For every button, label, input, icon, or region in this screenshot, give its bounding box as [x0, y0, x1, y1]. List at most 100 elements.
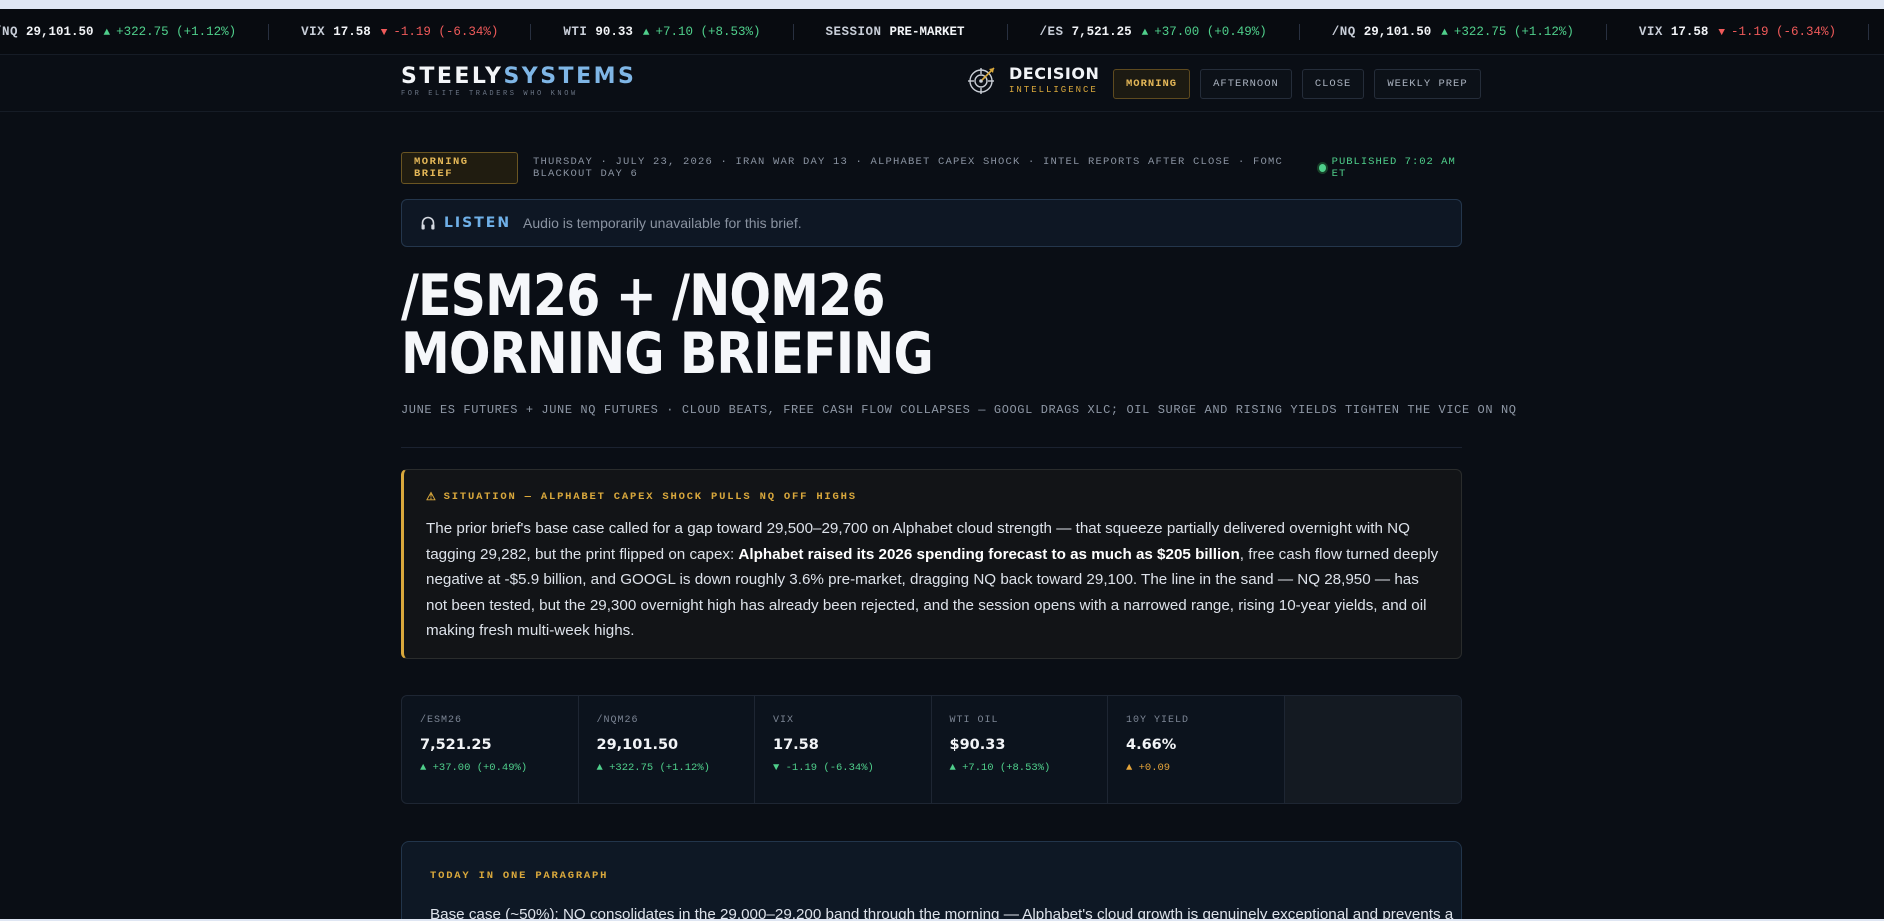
today-summary-card: TODAY IN ONE PARAGRAPH Base case (~50%):…	[401, 841, 1462, 921]
brief-dateline: THURSDAY · JULY 23, 2026 · IRAN WAR DAY …	[532, 156, 1284, 180]
decision-intelligence-text: DECISION INTELLIGENCE	[1009, 65, 1099, 96]
metric-empty-slot	[1284, 696, 1461, 803]
warning-icon: ⚠	[426, 492, 438, 504]
situation-heading-row: ⚠ SITUATION — ALPHABET CAPEX SHOCK PULLS…	[426, 490, 1439, 504]
ticker-symbol: /ES	[1039, 25, 1064, 39]
arrow-down-icon: ▼	[1718, 27, 1726, 39]
metric-10y-yield: 10Y YIELD 4.66% ▲ +0.09	[1108, 696, 1285, 803]
tab-weekly-prep[interactable]: WEEKLY PREP	[1374, 69, 1481, 99]
tab-close[interactable]: CLOSE	[1301, 69, 1365, 99]
arrow-up-icon: ▲	[103, 27, 111, 39]
ticker-value: 17.58	[333, 25, 371, 39]
today-heading: TODAY IN ONE PARAGRAPH	[430, 870, 609, 882]
metric-esm26: /ESM26 7,521.25 ▲ +37.00 (+0.49%)	[402, 696, 579, 803]
ticker-change: ▲ +322.75 (+1.12%)	[1441, 25, 1574, 39]
audio-unavailable-message: Audio is temporarily unavailable for thi…	[523, 215, 802, 231]
metric-value: $90.33	[949, 737, 1006, 753]
ticker-value: 29,101.50	[26, 25, 94, 39]
published-time: PUBLISHED 7:02 AM ET	[1331, 156, 1456, 180]
ticker-symbol: /NQ	[1331, 25, 1356, 39]
ticker-item: WTI 90.33 ▲ +7.10 (+8.53%)	[563, 25, 792, 39]
situation-body: The prior brief's base case called for a…	[426, 516, 1439, 644]
ticker-separator	[1298, 24, 1300, 40]
site-header: STEELYSYSTEMS FOR ELITE TRADERS WHO KNOW…	[0, 56, 1884, 112]
site-logo[interactable]: STEELYSYSTEMS FOR ELITE TRADERS WHO KNOW	[401, 66, 636, 99]
metric-label: /ESM26	[420, 715, 463, 726]
morning-brief-badge: MORNING BRIEF	[401, 152, 518, 184]
listen-label: LISTEN	[444, 215, 512, 231]
metric-label: VIX	[773, 715, 795, 726]
logo-wordmark: STEELYSYSTEMS	[401, 66, 636, 88]
metric-value: 4.66%	[1126, 737, 1177, 753]
metric-value: 29,101.50	[596, 737, 679, 753]
ticker-value: PRE-MARKET	[889, 25, 965, 39]
arrow-up-icon: ▲	[1441, 27, 1448, 39]
intelligence-subtitle: INTELLIGENCE	[1009, 85, 1098, 95]
live-dot-icon	[1318, 164, 1326, 172]
arrow-up-icon: ▲	[642, 27, 650, 39]
ticker-item: /ES 7,521.25 ▲ +37.00 (+0.49%)	[1040, 25, 1299, 39]
ticker-change-text: +37.00 (+0.49%)	[1154, 25, 1267, 39]
decision-intelligence-brand: DECISION INTELLIGENCE	[967, 65, 1099, 95]
logo-word-systems: SYSTEMS	[503, 64, 637, 89]
situation-body-highlight: Alphabet raised its 2026 spending foreca…	[738, 545, 1240, 563]
metric-change: ▲ +37.00 (+0.49%)	[420, 762, 528, 774]
metric-wti-oil: WTI OIL $90.33 ▲ +7.10 (+8.53%)	[932, 696, 1108, 803]
ticker-symbol: SESSION	[825, 25, 882, 39]
section-divider	[401, 447, 1462, 448]
ticker-item: /NQ 29,101.50 ▲ +322.75 (+1.12%)	[0, 25, 268, 39]
logo-word-steely: STEELY	[401, 64, 504, 89]
ticker-change-text: +322.75 (+1.12%)	[1453, 25, 1574, 39]
crosshair-target-icon	[968, 67, 995, 94]
metric-label: /NQM26	[596, 715, 639, 726]
metric-change: ▲ +7.10 (+8.53%)	[949, 762, 1051, 774]
ticker-track: /NQ 29,101.50 ▲ +322.75 (+1.12%) VIX 17.58 ▼ -1…	[0, 9, 1884, 54]
page-subtitle: JUNE ES FUTURES + JUNE NQ FUTURES · CLOU…	[401, 403, 1517, 417]
listen-audio-bar[interactable]: LISTEN Audio is temporarily unavailable …	[401, 199, 1462, 247]
edition-tabs: MORNING AFTERNOON CLOSE WEEKLY PREP	[1113, 69, 1491, 99]
brief-meta-row: MORNING BRIEF THURSDAY · JULY 23, 2026 ·…	[401, 152, 1462, 184]
metric-value: 17.58	[773, 737, 819, 753]
metric-label: WTI OIL	[949, 715, 999, 726]
ticker-value: 17.58	[1670, 25, 1709, 39]
metric-change: ▲ +0.09	[1126, 762, 1171, 774]
headphones-icon	[421, 216, 435, 230]
arrow-down-icon: ▼	[380, 27, 388, 39]
ticker-item: SESSION PRE-MARKET	[826, 25, 1007, 39]
ticker-item: VIX 17.58 ▼ -1.19 (-6.34%)	[301, 25, 530, 39]
title-line-1: /ESM26 + /NQM26	[401, 263, 885, 329]
arrow-up-icon: ▲	[1141, 27, 1149, 39]
ticker-symbol: /NQ	[0, 25, 19, 39]
metric-change: ▼ -1.19 (-6.34%)	[773, 762, 874, 774]
tab-afternoon[interactable]: AFTERNOON	[1200, 69, 1292, 99]
market-metrics-strip: /ESM26 7,521.25 ▲ +37.00 (+0.49%) /NQM26…	[401, 695, 1462, 804]
ticker-change: ▼ -1.19 (-6.34%)	[1718, 25, 1836, 39]
logo-tagline: FOR ELITE TRADERS WHO KNOW	[401, 90, 578, 98]
metric-vix: VIX 17.58 ▼ -1.19 (-6.34%)	[755, 696, 932, 803]
ticker-symbol: VIX	[301, 25, 326, 39]
ticker-value: 90.33	[595, 25, 633, 39]
ticker-change: ▼ -1.19 (-6.34%)	[381, 25, 499, 39]
ticker-change-text: -1.19 (-6.34%)	[1731, 25, 1837, 39]
page-title: /ESM26 + /NQM26 MORNING BRIEFING	[401, 267, 1313, 383]
window-top-edge	[0, 0, 1884, 9]
ticker-change: ▲ +322.75 (+1.12%)	[104, 25, 237, 39]
ticker-symbol: VIX	[1638, 25, 1663, 39]
ticker-symbol: WTI	[563, 25, 588, 39]
ticker-separator	[1605, 24, 1607, 40]
tab-morning[interactable]: MORNING	[1113, 69, 1191, 99]
metric-change: ▲ +322.75 (+1.12%)	[596, 762, 710, 774]
ticker-change-text: +322.75 (+1.12%)	[116, 25, 237, 39]
title-line-2: MORNING BRIEFING	[401, 321, 934, 387]
situation-callout: ⚠ SITUATION — ALPHABET CAPEX SHOCK PULLS…	[401, 469, 1462, 659]
ticker-separator	[792, 24, 794, 40]
metric-label: 10Y YIELD	[1126, 715, 1190, 726]
market-ticker: /NQ 29,101.50 ▲ +322.75 (+1.12%) VIX 17.58 ▼ -1…	[0, 9, 1884, 55]
ticker-separator	[1006, 24, 1008, 40]
ticker-separator	[268, 24, 270, 40]
metric-value: 7,521.25	[420, 737, 492, 753]
ticker-item: /NQ 29,101.50 ▲ +322.75 (+1.12%)	[1332, 25, 1606, 39]
ticker-change-text: -1.19 (-6.34%)	[393, 25, 499, 39]
situation-heading: SITUATION — ALPHABET CAPEX SHOCK PULLS N…	[443, 491, 857, 503]
ticker-separator	[1868, 24, 1870, 40]
